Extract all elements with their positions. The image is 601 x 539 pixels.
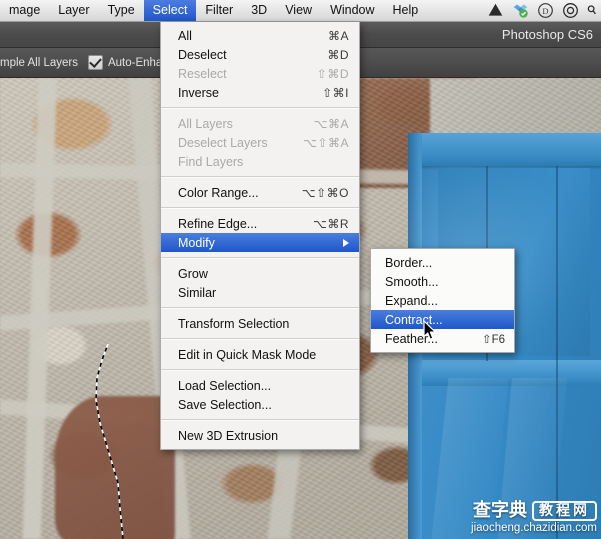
menu-separator <box>161 419 359 421</box>
menu-item-shortcut: ⌥⌘A <box>313 116 349 131</box>
menubar-item-image[interactable]: mage <box>0 0 49 21</box>
menu-item-label: All Layers <box>178 116 233 131</box>
menu-item-find-layers: Find Layers <box>161 152 359 171</box>
submenu-item-shortcut: ⇧F6 <box>481 333 505 346</box>
menubar-item-window[interactable]: Window <box>321 0 383 21</box>
submenu-item-smooth[interactable]: Smooth... <box>371 272 514 291</box>
watermark-brand-row: 查字典 教程网 <box>471 500 597 522</box>
submenu-item-contract[interactable]: Contract... <box>371 310 514 329</box>
submenu-item-label: Smooth... <box>385 274 439 289</box>
menu-separator <box>161 107 359 109</box>
dropbox-icon[interactable]: D <box>537 2 554 19</box>
menu-item-new-3d-extrusion[interactable]: New 3D Extrusion <box>161 426 359 445</box>
menu-separator <box>161 338 359 340</box>
menu-item-transform-selection[interactable]: Transform Selection <box>161 314 359 333</box>
creative-cloud-icon[interactable] <box>562 2 579 19</box>
menu-item-label: All <box>178 28 192 43</box>
submenu-item-label: Feather... <box>385 331 438 346</box>
sample-all-layers-label: mple All Layers <box>0 56 78 69</box>
watermark: 查字典 教程网 jiaocheng.chazidian.com <box>471 500 597 535</box>
menu-item-label: Edit in Quick Mask Mode <box>178 347 317 362</box>
menu-item-inverse[interactable]: Inverse ⇧⌘I <box>161 83 359 102</box>
menu-item-shortcut: ⇧⌘D <box>316 66 349 81</box>
menu-item-similar[interactable]: Similar <box>161 283 359 302</box>
menu-item-deselect-layers: Deselect Layers ⌥⇧⌘A <box>161 133 359 152</box>
menubar-item-layer[interactable]: Layer <box>49 0 98 21</box>
submenu-item-label: Expand... <box>385 293 438 308</box>
watermark-url: jiaocheng.chazidian.com <box>471 521 597 534</box>
menu-separator <box>161 207 359 209</box>
menu-item-label: Grow <box>178 266 208 281</box>
auto-enhance-checkbox[interactable] <box>87 55 103 70</box>
menu-item-reselect: Reselect ⇧⌘D <box>161 64 359 83</box>
menu-item-label: Color Range... <box>178 185 259 200</box>
menu-item-label: New 3D Extrusion <box>178 428 279 443</box>
menu-item-label: Save Selection... <box>178 397 272 412</box>
menubar-item-type[interactable]: Type <box>99 0 144 21</box>
menu-item-shortcut: ⌥⇧⌘O <box>301 185 349 200</box>
menu-item-shortcut: ⇧⌘I <box>322 85 349 100</box>
door-top-rail <box>422 133 601 166</box>
menu-item-shortcut: ⌥⌘R <box>313 216 349 231</box>
menu-item-label: Refine Edge... <box>178 216 258 231</box>
stone-block-brown <box>55 396 175 539</box>
menu-item-color-range[interactable]: Color Range... ⌥⇧⌘O <box>161 183 359 202</box>
menu-item-label: Modify <box>178 235 215 250</box>
menubar-item-filter[interactable]: Filter <box>196 0 242 21</box>
app-title: Photoshop CS6 <box>501 27 593 42</box>
spotlight-icon[interactable] <box>587 2 597 19</box>
modify-submenu[interactable]: Border... Smooth... Expand... Contract..… <box>370 248 515 353</box>
menu-separator <box>161 369 359 371</box>
menu-item-refine-edge[interactable]: Refine Edge... ⌥⌘R <box>161 214 359 233</box>
menu-item-load-selection[interactable]: Load Selection... <box>161 376 359 395</box>
chevron-right-icon <box>343 238 349 247</box>
menubar-item-help[interactable]: Help <box>384 0 428 21</box>
menu-item-shortcut: ⌘A <box>327 28 349 43</box>
menubar-item-3d[interactable]: 3D <box>242 0 276 21</box>
menu-item-shortcut: ⌘D <box>327 47 349 62</box>
dropbox-sync-icon[interactable] <box>512 2 529 19</box>
menu-item-save-selection[interactable]: Save Selection... <box>161 395 359 414</box>
menubar[interactable]: mage Layer Type Select Filter 3D View Wi… <box>0 0 601 22</box>
menu-separator <box>161 307 359 309</box>
menubar-item-select[interactable]: Select <box>143 0 197 21</box>
menubar-item-view[interactable]: View <box>276 0 321 21</box>
svg-text:D: D <box>542 6 548 16</box>
submenu-item-label: Border... <box>385 255 433 270</box>
watermark-brand-cn: 查字典 <box>473 500 527 522</box>
submenu-item-feather[interactable]: Feather... ⇧F6 <box>371 329 514 348</box>
menu-item-modify[interactable]: Modify <box>161 233 359 252</box>
menu-item-all[interactable]: All ⌘A <box>161 26 359 45</box>
menu-item-shortcut: ⌥⇧⌘A <box>303 135 349 150</box>
menubar-status-tray: D <box>487 2 601 19</box>
submenu-item-border[interactable]: Border... <box>371 253 514 272</box>
menu-item-label: Transform Selection <box>178 316 290 331</box>
menu-item-label: Deselect <box>178 47 227 62</box>
photoshop-window: mage Layer Type Select Filter 3D View Wi… <box>0 0 601 539</box>
menu-item-label: Similar <box>178 285 217 300</box>
menu-item-label: Reselect <box>178 66 227 81</box>
menu-item-label: Find Layers <box>178 154 244 169</box>
select-menu[interactable]: All ⌘A Deselect ⌘D Reselect ⇧⌘D Inverse … <box>160 22 360 450</box>
menu-separator <box>161 176 359 178</box>
watermark-boxed-cn: 教程网 <box>532 501 597 522</box>
submenu-item-expand[interactable]: Expand... <box>371 291 514 310</box>
menu-separator <box>161 257 359 259</box>
menu-item-label: Deselect Layers <box>178 135 268 150</box>
menu-item-label: Load Selection... <box>178 378 272 393</box>
menu-item-label: Inverse <box>178 85 219 100</box>
menu-item-all-layers: All Layers ⌥⌘A <box>161 114 359 133</box>
menu-item-deselect[interactable]: Deselect ⌘D <box>161 45 359 64</box>
menu-item-grow[interactable]: Grow <box>161 264 359 283</box>
submenu-item-label: Contract... <box>385 312 443 327</box>
menu-item-edit-quick-mask[interactable]: Edit in Quick Mask Mode <box>161 345 359 364</box>
google-drive-icon[interactable] <box>487 2 504 19</box>
